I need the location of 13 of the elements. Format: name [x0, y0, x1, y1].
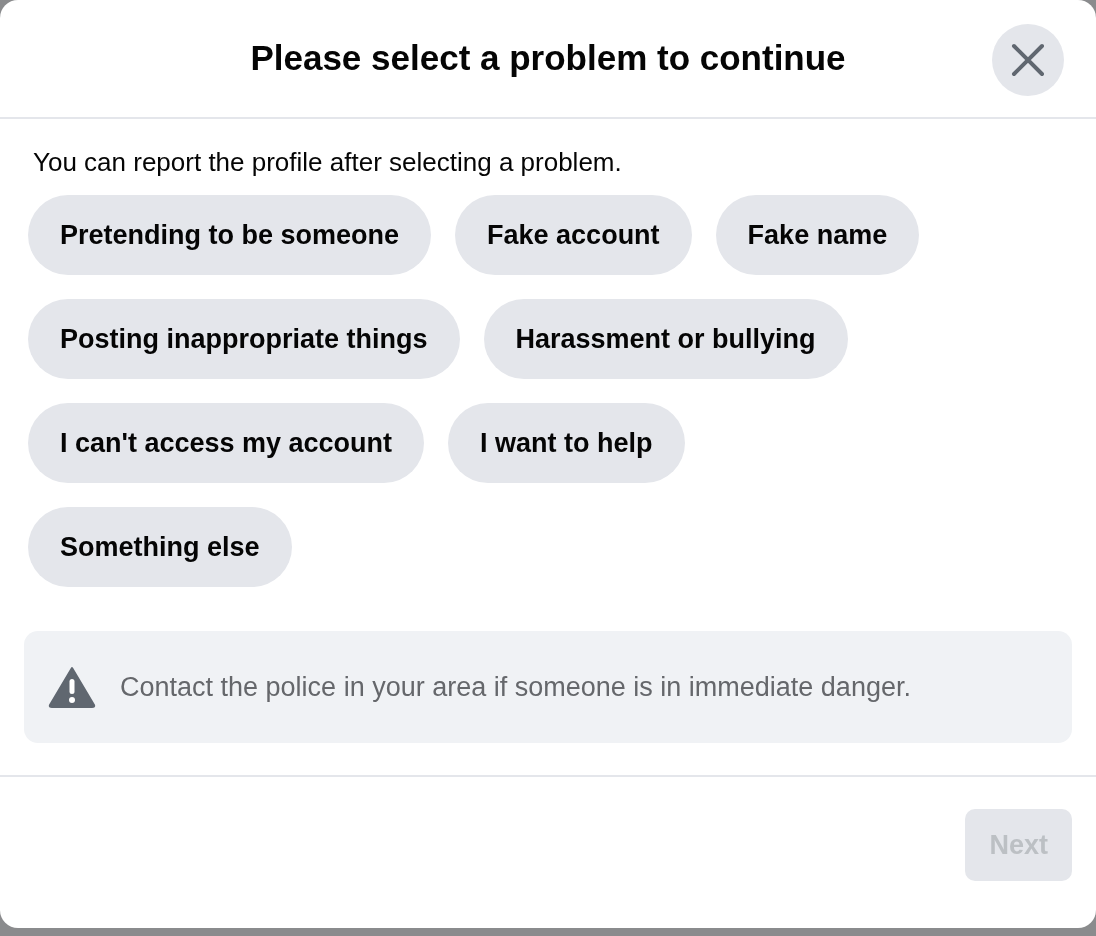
- problem-chip[interactable]: Something else: [28, 507, 292, 587]
- problem-chip[interactable]: Posting inappropriate things: [28, 299, 460, 379]
- notice-text: Contact the police in your area if someone is in immediate danger.: [120, 670, 911, 704]
- instruction-text: You can report the profile after selecting a problem.: [32, 146, 623, 179]
- problem-chip[interactable]: Fake account: [455, 195, 692, 275]
- problem-chip[interactable]: I want to help: [448, 403, 685, 483]
- close-icon: [1011, 43, 1045, 77]
- problem-chip[interactable]: Harassment or bullying: [483, 299, 848, 379]
- problem-chip[interactable]: Fake name: [715, 195, 920, 275]
- problem-chip[interactable]: Pretending to be someone: [28, 195, 432, 275]
- dialog-title: Please select a problem to continue: [250, 37, 846, 80]
- warning-icon: [48, 666, 96, 708]
- problem-chip[interactable]: I can't access my account: [28, 403, 425, 483]
